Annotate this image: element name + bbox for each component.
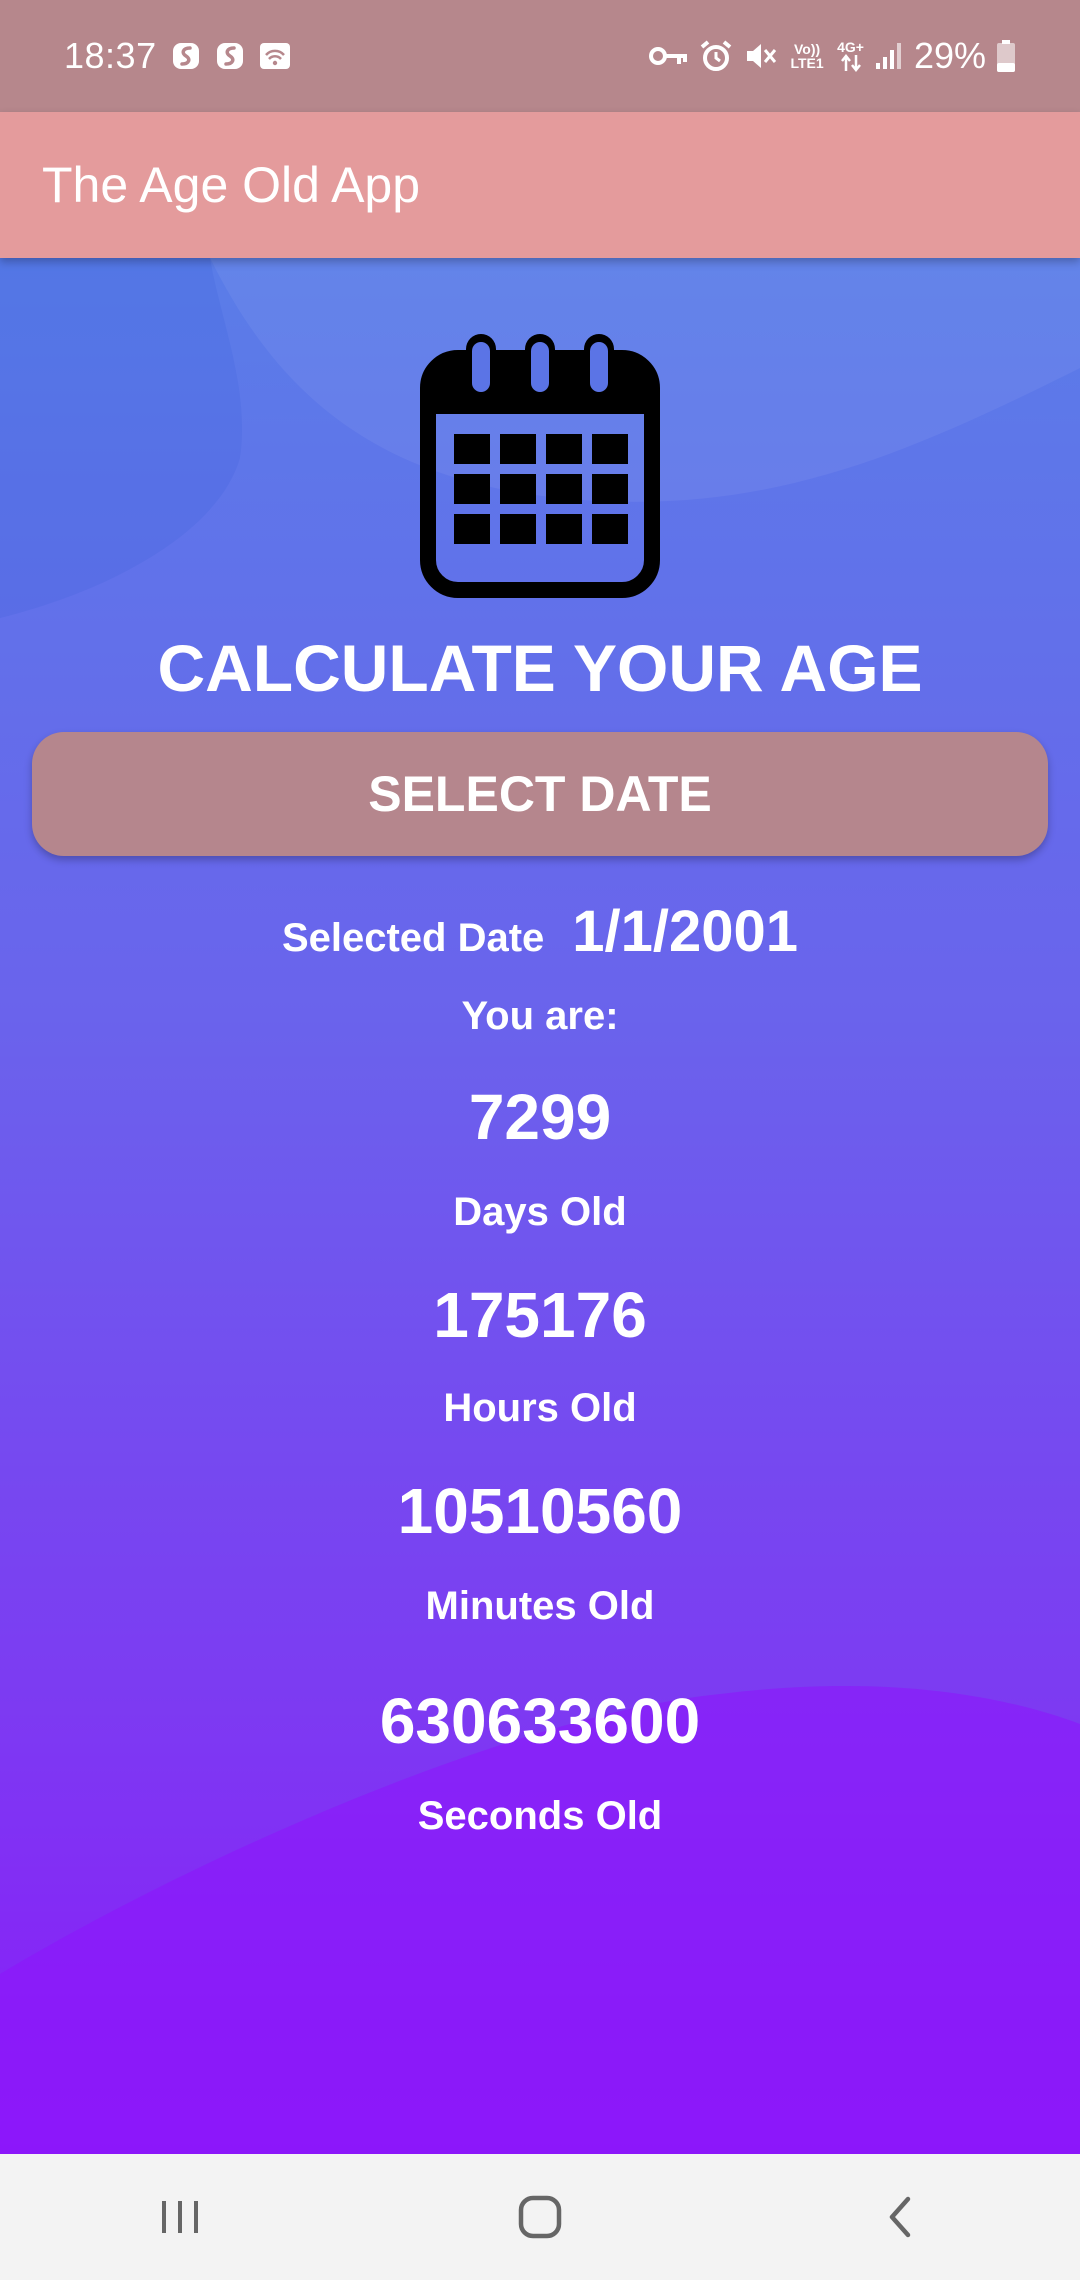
background-wave-bottom [0,1685,1080,2154]
days-label: Days Old [453,1190,627,1234]
home-icon [518,2195,562,2239]
seconds-value: 630633600 [379,1685,701,1757]
signal-icon [874,41,904,71]
home-button[interactable] [480,2167,600,2267]
data-arrows-icon: 4G+ [837,40,864,72]
hours-value: 175176 [433,1279,647,1351]
back-icon [889,2196,911,2238]
days-value: 7299 [468,1081,612,1153]
navigation-bar [0,2154,1080,2280]
status-time: 18:37 [64,35,157,76]
network-type-label: 4G+ [837,39,864,55]
back-button[interactable] [840,2167,960,2267]
vpn-key-icon [649,44,689,68]
main-content[interactable]: CALCULATE YOUR AGE SELECT DATE Selected … [0,258,1080,2154]
selected-date-value: 1/1/2001 [572,899,799,964]
alarm-icon [699,39,733,73]
battery-icon [996,39,1016,73]
minutes-value: 10510560 [397,1475,683,1547]
cast-icon [259,41,291,71]
calculate-age-heading: CALCULATE YOUR AGE [157,631,923,705]
app-title: The Age Old App [42,157,421,213]
status-right: Vo)) LTE1 4G+ 29% [649,35,1016,77]
battery-percent: 29% [913,35,986,76]
seconds-label: Seconds Old [417,1794,663,1838]
select-date-button[interactable]: SELECT DATE [32,732,1048,856]
you-are-label: You are: [461,994,619,1038]
calendar-icon [420,334,660,598]
selected-date-label: Selected Date [281,916,545,960]
s-app-icon [215,41,245,71]
status-left: 18:37 [64,35,291,77]
s-app-icon [171,41,201,71]
volte-icon: Vo)) LTE1 [790,41,824,71]
mute-icon [743,39,777,73]
app-bar: The Age Old App [0,112,1080,258]
selected-date-row: Selected Date 1/1/2001 [0,898,1080,965]
recent-apps-icon [162,2201,198,2233]
hours-label: Hours Old [443,1386,637,1430]
screen: 18:37 Vo)) LTE1 4G+ 29% The Age Old App … [0,0,1080,2280]
status-bar: 18:37 Vo)) LTE1 4G+ 29% [0,0,1080,112]
recent-apps-button[interactable] [120,2167,240,2267]
minutes-label: Minutes Old [425,1584,655,1628]
